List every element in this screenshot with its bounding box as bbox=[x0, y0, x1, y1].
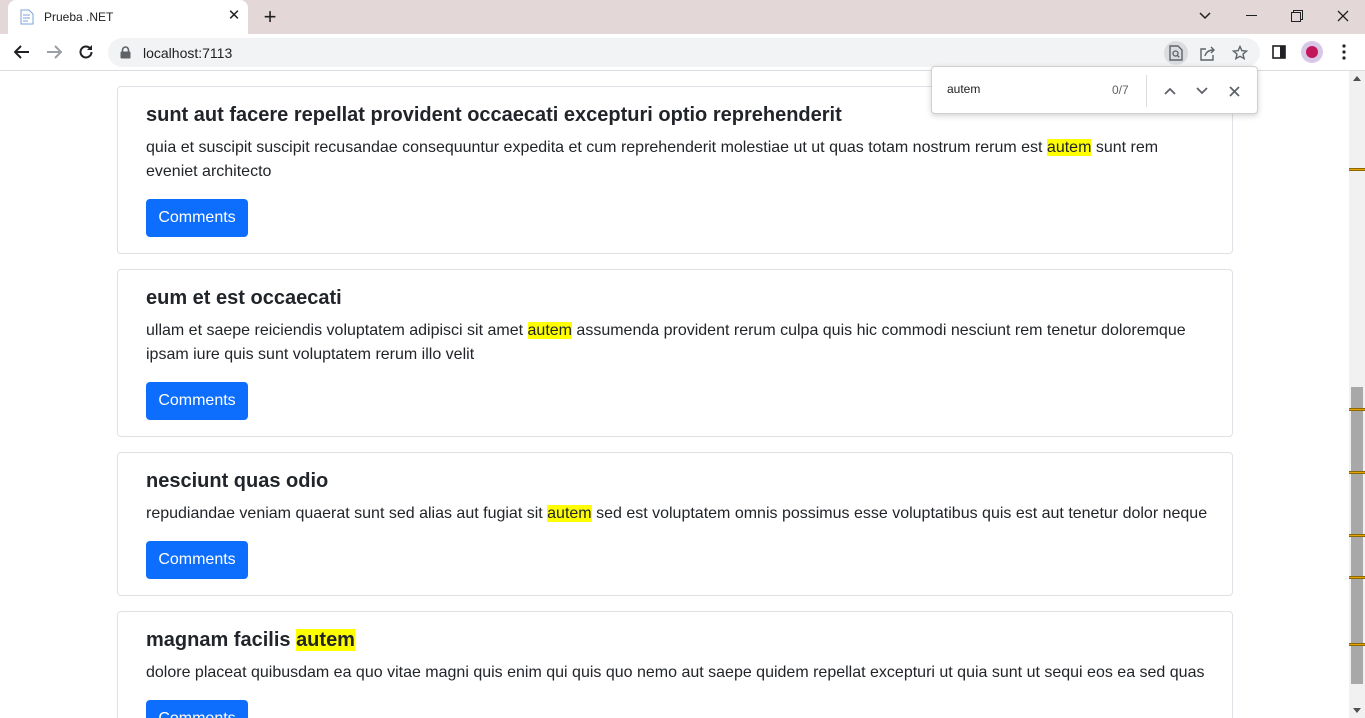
tab-title: Prueba .NET bbox=[44, 10, 114, 24]
browser-tab[interactable]: Prueba .NET ✕ bbox=[8, 0, 248, 34]
find-input[interactable]: autem bbox=[947, 82, 980, 96]
post-title: sunt aut facere repellat provident occae… bbox=[146, 104, 842, 126]
close-icon[interactable]: ✕ bbox=[226, 8, 242, 24]
search-match-highlight: autem bbox=[527, 322, 572, 339]
post-card: nesciunt quas odio repudiandae veniam qu… bbox=[117, 452, 1233, 596]
avatar[interactable] bbox=[1300, 40, 1324, 64]
chevron-down-icon[interactable] bbox=[1182, 0, 1228, 32]
post-title: eum et est occaecati bbox=[146, 287, 342, 309]
post-body: ullam et saepe reiciendis voluptatem adi… bbox=[146, 319, 1212, 367]
scroll-up-arrow-icon[interactable] bbox=[1353, 76, 1361, 81]
url-text[interactable]: localhost:7113 bbox=[143, 45, 232, 61]
post-body: repudiandae veniam quaerat sunt sed alia… bbox=[146, 502, 1226, 526]
share-icon[interactable] bbox=[1196, 41, 1220, 65]
page-favicon-icon bbox=[20, 9, 34, 25]
find-match-count: 0/7 bbox=[1112, 83, 1129, 97]
find-match-marker bbox=[1349, 534, 1365, 537]
find-in-page-icon[interactable] bbox=[1164, 41, 1188, 65]
search-match-highlight: autem bbox=[296, 629, 355, 651]
side-panel-icon[interactable] bbox=[1267, 40, 1291, 64]
search-match-highlight: autem bbox=[1046, 139, 1092, 156]
post-title-text: magnam facilis bbox=[146, 629, 297, 651]
post-body-text: sed est voluptatem omnis possimus esse v… bbox=[591, 505, 1208, 522]
page-viewport: sunt aut facere repellat provident occae… bbox=[0, 71, 1349, 718]
post-card: magnam facilis autem dolore placeat quib… bbox=[117, 611, 1233, 718]
lock-icon[interactable] bbox=[120, 46, 131, 59]
tab-strip: Prueba .NET ✕ + bbox=[0, 0, 1365, 34]
search-match-highlight: autem bbox=[547, 505, 592, 522]
post-body-text: ullam et saepe reiciendis voluptatem adi… bbox=[146, 322, 528, 339]
star-icon[interactable] bbox=[1228, 41, 1252, 65]
close-window-icon[interactable] bbox=[1320, 0, 1365, 32]
comments-button[interactable]: Comments bbox=[146, 199, 248, 237]
find-match-marker bbox=[1349, 408, 1365, 411]
comments-button[interactable]: Comments bbox=[146, 700, 248, 718]
post-title: magnam facilis autem bbox=[146, 629, 355, 652]
reload-icon[interactable] bbox=[74, 40, 98, 64]
chevron-up-icon[interactable] bbox=[1158, 79, 1182, 103]
post-body-text: quia et suscipit suscipit recusandae con… bbox=[146, 139, 1047, 156]
plus-icon[interactable]: + bbox=[258, 6, 282, 28]
find-bar: autem 0/7 bbox=[931, 66, 1258, 114]
post-body: quia et suscipit suscipit recusandae con… bbox=[146, 136, 1212, 184]
address-bar[interactable]: localhost:7113 bbox=[108, 38, 1260, 67]
more-vert-icon[interactable] bbox=[1332, 40, 1356, 64]
find-divider bbox=[1146, 75, 1147, 107]
post-title: nesciunt quas odio bbox=[146, 470, 329, 492]
find-match-marker bbox=[1349, 643, 1365, 646]
find-match-marker bbox=[1349, 168, 1365, 171]
minimize-icon[interactable] bbox=[1228, 0, 1274, 32]
arrow-right-icon[interactable] bbox=[42, 40, 66, 64]
close-icon[interactable] bbox=[1222, 79, 1246, 103]
post-body: dolore placeat quibusdam ea quo vitae ma… bbox=[146, 664, 1205, 681]
comments-button[interactable]: Comments bbox=[146, 382, 248, 420]
find-match-marker bbox=[1349, 471, 1365, 474]
post-card: eum et est occaecati ullam et saepe reic… bbox=[117, 269, 1233, 437]
find-match-marker bbox=[1349, 576, 1365, 579]
comments-button[interactable]: Comments bbox=[146, 541, 248, 579]
scroll-down-arrow-icon[interactable] bbox=[1353, 708, 1361, 713]
restore-icon[interactable] bbox=[1274, 0, 1320, 32]
vertical-scrollbar[interactable] bbox=[1349, 71, 1365, 718]
arrow-left-icon[interactable] bbox=[10, 40, 34, 64]
post-body-text: repudiandae veniam quaerat sunt sed alia… bbox=[146, 505, 548, 522]
chevron-down-icon[interactable] bbox=[1190, 79, 1214, 103]
